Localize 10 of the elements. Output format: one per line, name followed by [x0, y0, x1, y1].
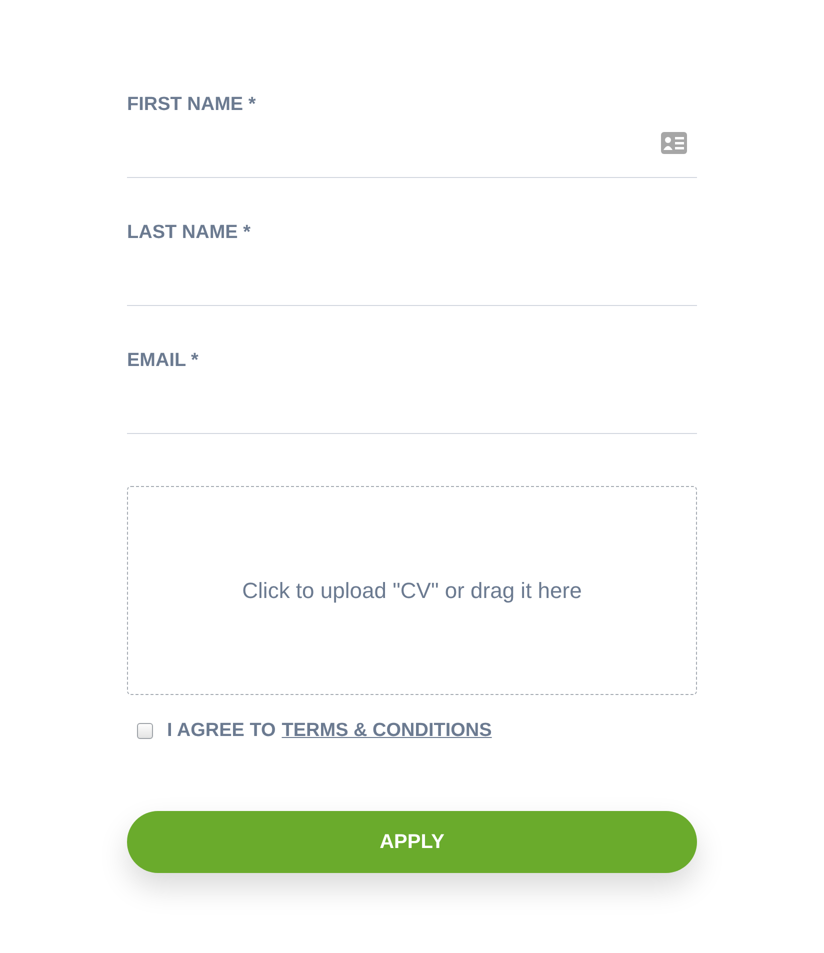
contact-card-icon	[661, 132, 687, 154]
agree-checkbox[interactable]	[137, 723, 153, 739]
apply-button[interactable]: APPLY	[127, 811, 697, 873]
upload-dropzone[interactable]: Click to upload "CV" or drag it here	[127, 486, 697, 695]
terms-link[interactable]: TERMS & CONDITIONS	[282, 720, 492, 742]
field-label: LAST NAME *	[127, 221, 250, 245]
field-label: EMAIL *	[127, 349, 198, 373]
agree-text: I AGREE TO TERMS & CONDITIONS	[167, 720, 492, 742]
upload-hint: Click to upload "CV" or drag it here	[242, 578, 582, 604]
field-label: FIRST NAME *	[127, 93, 256, 117]
